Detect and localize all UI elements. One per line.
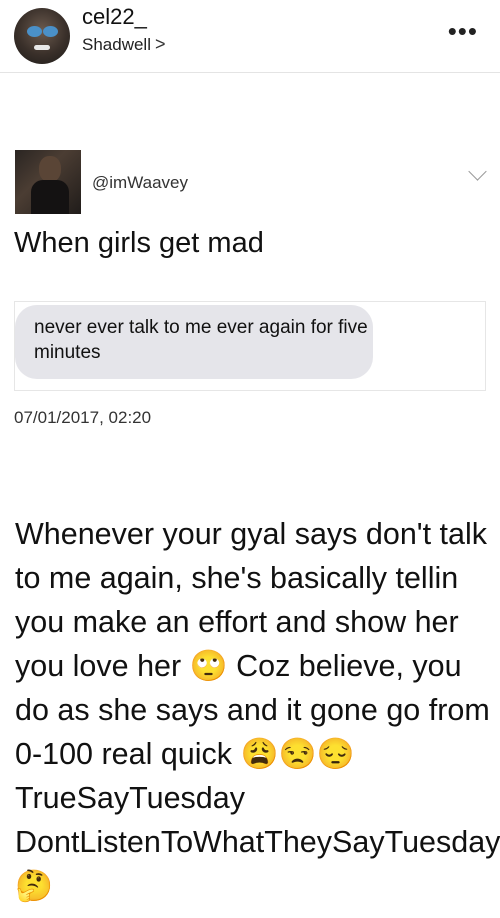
avatar-body <box>31 180 69 214</box>
tweet-text: When girls get mad <box>14 227 264 259</box>
post-header: cel22_ Shadwell > ••• <box>0 0 500 73</box>
chevron-right-icon: > <box>155 34 166 54</box>
tweet-handle: @imWaavey <box>92 173 188 192</box>
username[interactable]: cel22_ <box>82 4 147 30</box>
tweet-author-avatar <box>15 150 81 214</box>
smile-icon <box>34 45 50 50</box>
post-caption: Whenever your gyal says don't talk to me… <box>15 517 500 903</box>
more-options-button[interactable]: ••• <box>448 18 478 44</box>
location-label: Shadwell <box>82 35 151 54</box>
sunglasses-right-icon <box>43 26 58 37</box>
message-text: never ever talk to me ever again for fiv… <box>34 317 368 363</box>
location-link[interactable]: Shadwell > <box>82 34 166 55</box>
chevron-down-icon[interactable] <box>468 162 487 181</box>
tweet-timestamp: 07/01/2017, 02:20 <box>14 408 152 427</box>
profile-avatar[interactable] <box>14 8 70 64</box>
sunglasses-left-icon <box>27 26 42 37</box>
avatar-head <box>39 156 61 182</box>
